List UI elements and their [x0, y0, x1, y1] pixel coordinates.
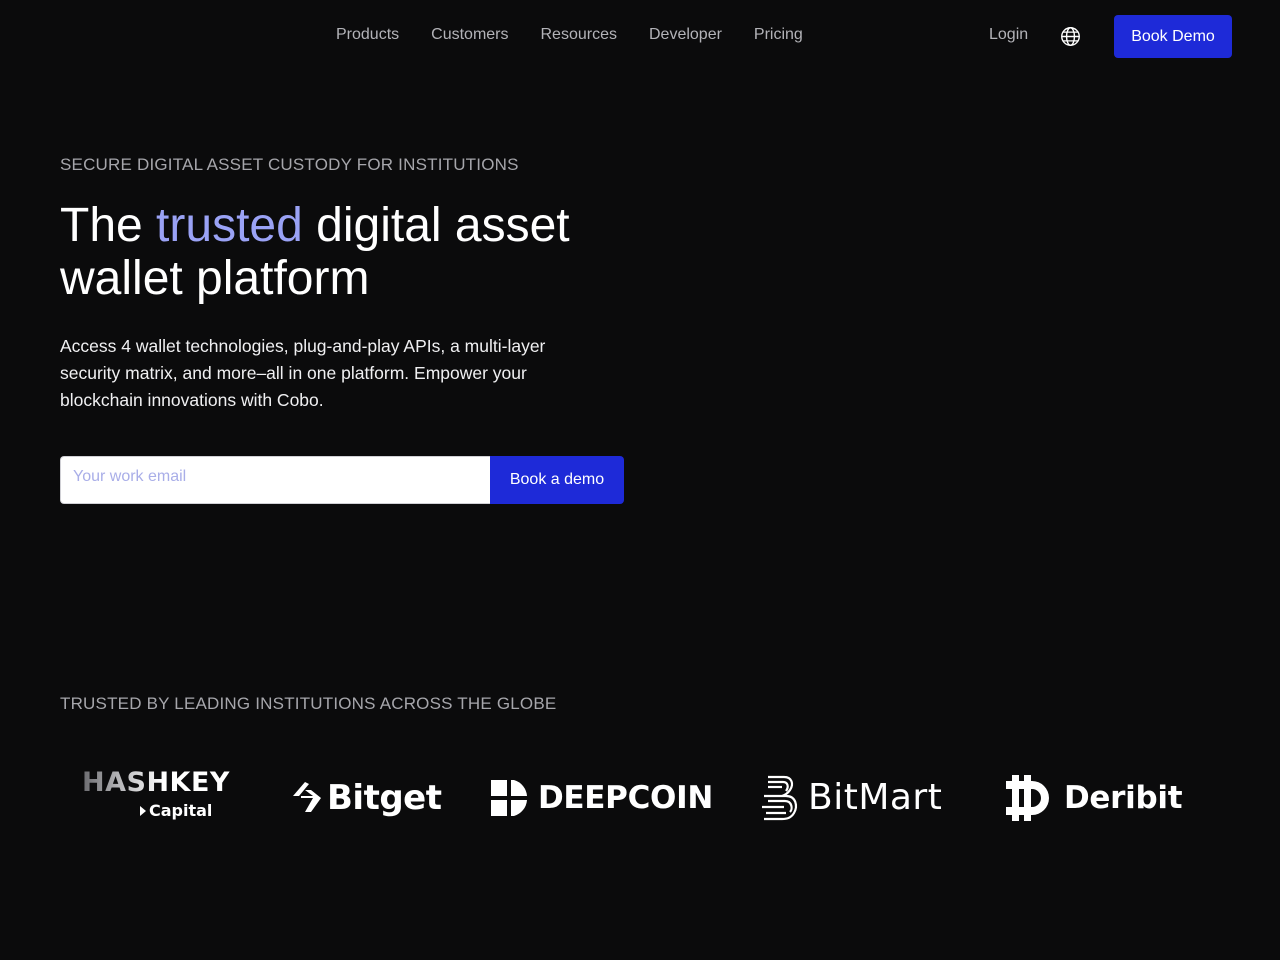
main-nav: Products Customers Resources Developer P… — [336, 25, 803, 45]
deribit-logo-text: Deribit — [1064, 779, 1183, 816]
globe-icon[interactable] — [1060, 26, 1081, 47]
nav-item-resources[interactable]: Resources — [541, 25, 617, 45]
hero-subtitle: Access 4 wallet technologies, plug-and-p… — [60, 336, 546, 410]
bitget-mark-icon — [293, 781, 321, 812]
deepcoin-mark-icon — [491, 779, 527, 816]
deribit-mark-icon — [1006, 774, 1049, 821]
bitget-logo-text: Bitget — [327, 777, 442, 818]
deepcoin-logo: DEEPCOIN — [490, 765, 713, 830]
headline-accent: trusted — [156, 199, 303, 252]
hero-eyebrow: SECURE DIGITAL ASSET CUSTODY FOR INSTITU… — [60, 155, 519, 174]
work-email-input[interactable] — [60, 456, 490, 504]
hashkey-logo-subtext: Capital — [149, 801, 213, 820]
bitmart-logo-text: BitMart — [808, 777, 943, 818]
bitmart-mark-icon — [762, 775, 797, 820]
deribit-logo: Deribit — [1004, 765, 1183, 830]
deepcoin-logo-text: DEEPCOIN — [538, 779, 713, 816]
nav-item-customers[interactable]: Customers — [431, 25, 508, 45]
bitmart-logo: BitMart — [760, 765, 942, 830]
nav-item-developer[interactable]: Developer — [649, 25, 722, 45]
book-demo-button[interactable]: Book Demo — [1114, 15, 1232, 58]
hashkey-logo: HASHKEY Capital — [82, 765, 232, 830]
page: Products Customers Resources Developer P… — [0, 0, 1280, 960]
trusted-heading: TRUSTED BY LEADING INSTITUTIONS ACROSS T… — [60, 694, 557, 713]
login-link[interactable]: Login — [989, 25, 1028, 45]
headline-prefix: The — [60, 199, 157, 252]
email-signup-form: Book a demo — [60, 456, 624, 504]
nav-item-pricing[interactable]: Pricing — [754, 25, 803, 45]
book-a-demo-button[interactable]: Book a demo — [490, 456, 624, 504]
nav-item-products[interactable]: Products — [336, 25, 399, 45]
hashkey-logo-text: HASHKEY — [82, 767, 230, 798]
bitget-logo: Bitget — [291, 765, 442, 830]
hero-headline: The trusted digital asset wallet platfor… — [60, 199, 640, 305]
play-triangle-icon — [140, 806, 146, 816]
